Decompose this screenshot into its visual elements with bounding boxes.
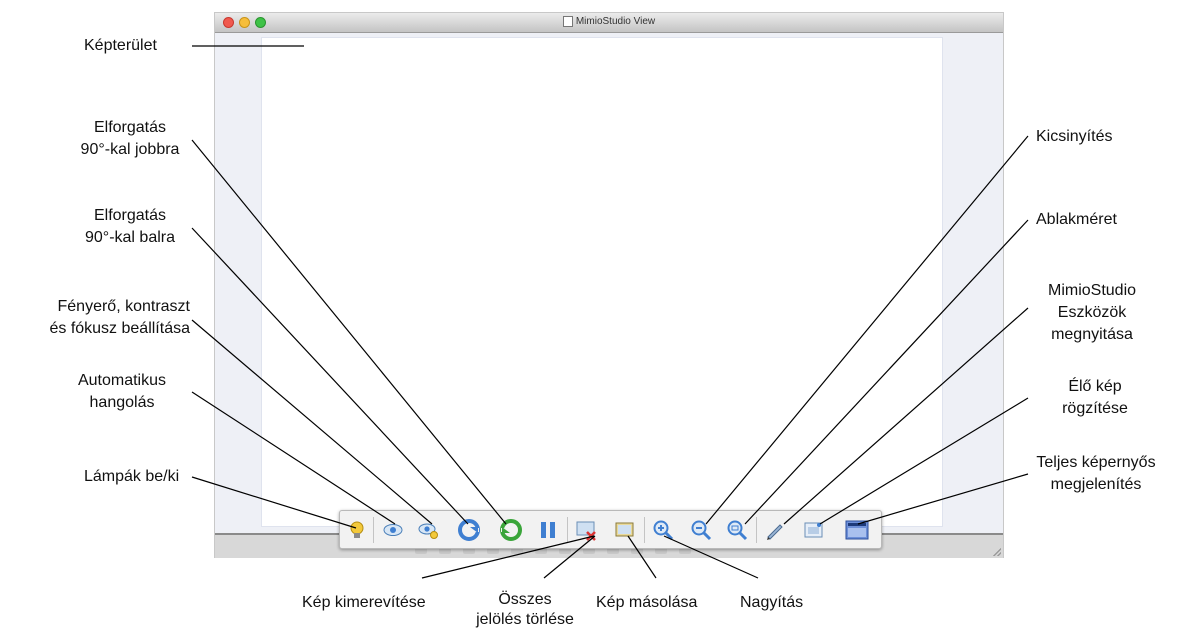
label-window-size: Ablakméret [1036,211,1117,228]
label-image-area: Képterület [84,37,157,54]
callout-line-rotate-right [191,139,507,525]
label-copy-image: Kép másolása [596,594,698,611]
label-open-tools: MimioStudio Eszközök megnyitása [1047,282,1137,343]
label-brightness-contrast-focus: Fényerő, kontraszt és fókusz beállítása [49,298,190,337]
callout-line-rotate-left [191,227,469,525]
callout-line-zoom-out [705,135,1029,525]
label-rotate-right: Elforgatás 90°-kal jobbra [80,119,180,158]
label-zoom-in: Nagyítás [740,594,804,611]
callout-line-zoom-in [663,535,759,579]
label-freeze-image: Kép kimerevítése [302,594,426,611]
label-auto-tune: Automatikus hangolás [77,372,167,411]
callout-line-freeze [421,535,595,579]
callout-line-fullscreen [857,473,1029,525]
callout-line-auto [191,391,396,525]
callout-line-copy [627,535,657,579]
label-capture-live-image: Élő kép rögzítése [1062,378,1128,417]
callout-line-lamp [191,476,357,529]
callout-line-tools [783,307,1029,525]
label-zoom-out: Kicsinyítés [1036,128,1113,145]
label-lamp-toggle: Lámpák be/ki [84,468,180,485]
label-fullscreen: Teljes képernyős megjelenítés [1036,454,1156,493]
callout-line-window-size [744,219,1029,525]
label-clear-annotations: Összes jelölés törlése [476,591,574,628]
label-rotate-left: Elforgatás 90°-kal balra [85,207,175,246]
callout-line-brightness [191,319,433,525]
